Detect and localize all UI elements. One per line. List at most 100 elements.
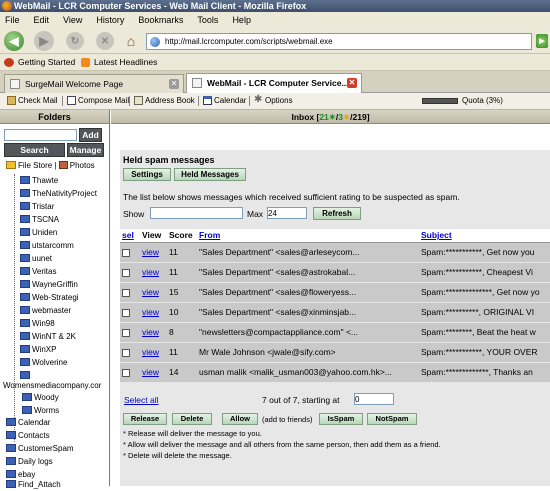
options-button[interactable]: ✱ Options — [253, 93, 293, 109]
folder-item[interactable]: Uniden — [20, 226, 57, 239]
view-link[interactable]: view — [142, 367, 159, 377]
calendar-label: Calendar — [214, 96, 247, 105]
folder-item[interactable]: webmaster — [20, 304, 71, 317]
row-checkbox[interactable] — [122, 328, 130, 337]
folder-name-input[interactable] — [4, 129, 77, 141]
view-link[interactable]: view — [142, 267, 159, 277]
menu-view[interactable]: View — [63, 15, 82, 25]
folder-item[interactable]: uunet — [20, 252, 52, 265]
folder-item[interactable]: Woody — [22, 391, 59, 404]
calendar-button[interactable]: Calendar — [202, 93, 246, 109]
max-input[interactable] — [267, 207, 307, 219]
folder-label: utstarcomm — [32, 241, 74, 250]
inbox-total: 219] — [352, 112, 370, 122]
table-row: view 10 "Sales Department" <sales@xinmin… — [120, 302, 550, 323]
check-mail-button[interactable]: Check Mail — [6, 93, 58, 109]
folder-icon — [20, 254, 30, 262]
back-icon[interactable]: ◀ — [4, 31, 24, 51]
folder-item[interactable]: Veritas — [20, 265, 56, 278]
row-subject: Spam:***********, YOUR OVER — [419, 342, 550, 363]
menu-edit[interactable]: Edit — [34, 15, 50, 25]
row-checkbox[interactable] — [122, 308, 130, 317]
view-link[interactable]: view — [142, 247, 159, 257]
view-link[interactable]: view — [142, 307, 159, 317]
table-row: view 15 "Sales Department" <sales@flower… — [120, 282, 550, 303]
folder-item[interactable]: Web-Strategi — [20, 291, 79, 304]
folder-item[interactable]: Contacts — [6, 429, 50, 442]
row-checkbox[interactable] — [122, 248, 130, 257]
row-checkbox[interactable] — [122, 288, 130, 297]
settings-button[interactable]: Settings — [123, 168, 171, 181]
menu-file[interactable]: File — [5, 15, 20, 25]
compose-button[interactable]: Compose Mail — [66, 93, 129, 109]
view-link[interactable]: view — [142, 287, 159, 297]
bookmark-getting-started[interactable]: Getting Started — [18, 54, 75, 71]
col-subject[interactable]: Subject — [421, 230, 452, 240]
view-link[interactable]: view — [142, 347, 159, 357]
close-icon[interactable]: ✕ — [169, 79, 179, 89]
tab-webmail[interactable]: WebMail - LCR Computer Service... ✕ — [186, 73, 362, 94]
show-input[interactable] — [150, 207, 243, 219]
tab-surgemail[interactable]: SurgeMail Welcome Page ✕ — [4, 74, 184, 93]
tree-line — [14, 174, 15, 442]
view-link[interactable]: view — [142, 327, 159, 337]
folder-item[interactable]: Find_Attach — [6, 478, 61, 491]
folder-item[interactable]: WinXP — [20, 343, 56, 356]
select-all-link[interactable]: Select all — [124, 395, 159, 405]
go-icon[interactable]: ▶ — [536, 34, 548, 48]
menu-history[interactable]: History — [96, 15, 124, 25]
held-messages-table: sel View Score From Subject view 11 "Sal… — [120, 229, 550, 383]
folder-item[interactable]: Tristar — [20, 200, 54, 213]
stop-icon[interactable]: ✕ — [96, 32, 114, 50]
menu-help[interactable]: Help — [232, 15, 251, 25]
folder-icon — [20, 319, 30, 327]
close-icon[interactable]: ✕ — [347, 78, 357, 88]
notspam-button[interactable]: NotSpam — [367, 413, 417, 425]
folder-item[interactable]: Calendar — [6, 416, 50, 429]
photos-link[interactable]: Photos — [70, 161, 95, 170]
page-icon — [192, 78, 202, 88]
row-checkbox[interactable] — [122, 368, 130, 377]
folder-icon — [20, 215, 30, 223]
folder-item[interactable]: WinNT & 2K — [20, 330, 76, 343]
url-bar[interactable]: http://mail.lcrcomputer.com/scripts/webm… — [146, 33, 532, 50]
isspam-button[interactable]: IsSpam — [319, 413, 363, 425]
folder-item[interactable]: WayneGriffin — [20, 278, 78, 291]
folder-icon — [20, 293, 30, 301]
col-from[interactable]: From — [199, 230, 220, 240]
table-row: view 11 "Sales Department" <sales@astrok… — [120, 262, 550, 283]
delete-button[interactable]: Delete — [172, 413, 212, 425]
folder-item[interactable]: utstarcomm — [20, 239, 74, 252]
release-button[interactable]: Release — [123, 413, 167, 425]
check-mail-icon — [7, 96, 16, 105]
allow-button[interactable]: Allow — [222, 413, 258, 425]
row-checkbox[interactable] — [122, 348, 130, 357]
held-messages-button[interactable]: Held Messages — [174, 168, 246, 181]
search-button[interactable]: Search — [4, 143, 65, 157]
add-button[interactable]: Add — [79, 128, 102, 142]
separator — [198, 96, 199, 106]
row-from: "Sales Department" <sales@astrokabal... — [197, 262, 419, 283]
address-book-button[interactable]: Address Book — [133, 93, 195, 109]
col-sel[interactable]: sel — [122, 230, 134, 240]
file-store-link[interactable]: File Store — [18, 161, 52, 170]
reload-icon[interactable]: ↻ — [66, 32, 84, 50]
folder-item[interactable]: Win98 — [20, 317, 55, 330]
start-input[interactable] — [354, 393, 394, 405]
refresh-button[interactable]: Refresh — [313, 207, 361, 220]
folder-item[interactable]: TSCNA — [20, 213, 59, 226]
folder-item[interactable]: CustomerSpam — [6, 442, 74, 455]
folder-item[interactable]: Wolverine — [20, 356, 67, 369]
forward-icon[interactable]: ▶ — [34, 31, 54, 51]
folder-item[interactable]: Thawte — [20, 174, 58, 187]
folder-item[interactable]: TheNativityProject — [20, 187, 97, 200]
delete-note: * Delete will delete the message. — [123, 451, 232, 460]
menu-bookmarks[interactable]: Bookmarks — [138, 15, 183, 25]
folder-item[interactable]: Daily logs — [6, 455, 53, 468]
row-checkbox[interactable] — [122, 268, 130, 277]
menu-tools[interactable]: Tools — [197, 15, 218, 25]
home-icon[interactable]: ⌂ — [122, 32, 140, 50]
bookmark-latest-headlines[interactable]: Latest Headlines — [94, 54, 157, 71]
manage-button[interactable]: Manage — [67, 143, 104, 157]
compose-icon — [67, 96, 76, 105]
